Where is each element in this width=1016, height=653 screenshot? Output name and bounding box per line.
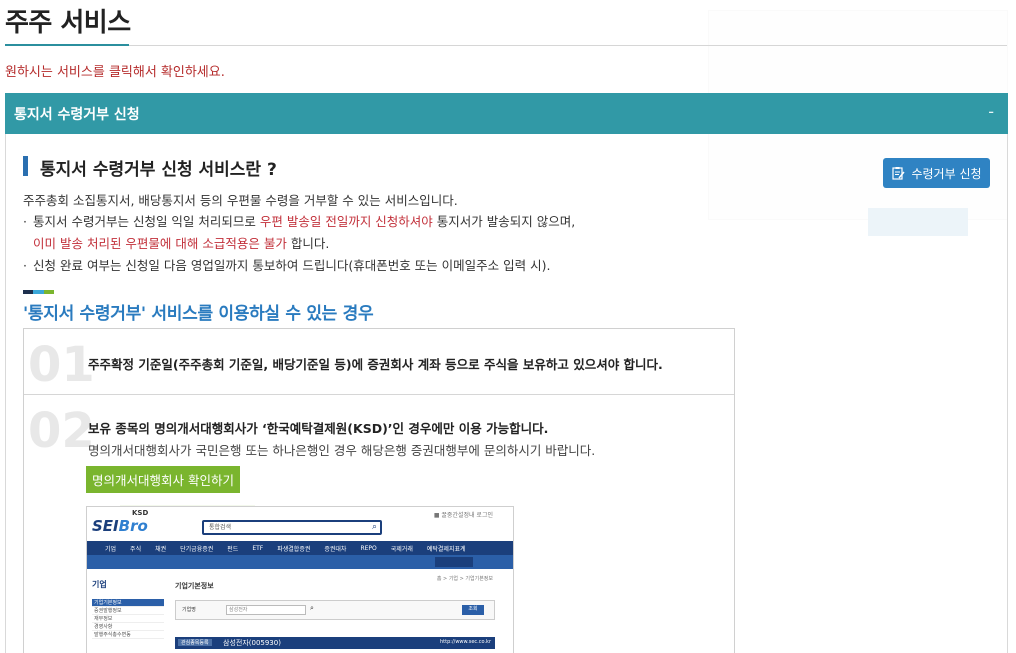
check-transfer-agent-button[interactable]: 명의개서대행회사 확인하기 — [86, 466, 240, 493]
conditions-box: 01 주주확정 기준일(주주총회 기준일, 배당기준일 등)에 증권회사 계좌 … — [23, 328, 735, 653]
ksd-logo: KSD — [132, 509, 149, 517]
seibro-nav: 기업 주식 채권 단기금융증권 펀드 ETF 파생결합증권 증권대차 REPO 국제거래 예탁결제지… — [87, 541, 513, 555]
title-rule — [129, 45, 1007, 46]
seibro-subnav — [87, 555, 513, 569]
accordion-title: 통지서 수령거부 신청 — [14, 106, 140, 123]
seibro-form: 기업명 삼성전자 ⌕ 조회 — [175, 600, 495, 620]
condition-number: 02 — [28, 403, 95, 459]
seibro-screenshot: SEIBro KSD 통합검색 ⌕ ■ 꿀중간설정내 로그인 기업 주식 채권 단기금… — [86, 506, 514, 653]
bullet-item: · 신청 완료 여부는 신청일 다음 영업일까지 통보하여 드립니다(휴대폰번호 … — [23, 255, 550, 274]
condition-subtext: 명의개서대행회사가 국민은행 또는 하나은행인 경우 해당은행 증권대행부에 문… — [88, 443, 596, 458]
bullet-highlight: 이미 발송 처리된 우편물에 대해 소급적용은 불가 — [33, 236, 287, 251]
divider — [24, 394, 734, 395]
page-title: 주주 서비스 — [5, 8, 131, 38]
decorative-bar — [23, 290, 54, 294]
seibro-logo: SEIBro — [92, 517, 148, 535]
conditions-title: '통지서 수령거부' 서비스를 이용하실 수 있는 경우 — [23, 304, 374, 324]
service-description: 주주총회 소집통지서, 배당통지서 등의 우편물 수령을 거부할 수 있는 서비… — [23, 193, 458, 208]
title-underline — [5, 44, 129, 46]
section-title: 통지서 수령거부 신청 서비스란 ? — [40, 160, 277, 180]
apply-refusal-label: 수령거부 신청 — [911, 166, 982, 181]
condition-text: 보유 종목의 명의개서대행회사가 ‘한국예탁결제원(KSD)’인 경우에만 이용… — [88, 421, 549, 436]
bullet-text: 합니다. — [286, 236, 330, 251]
seibro-breadcrumb: 홈 > 기업 > 기업기본정보 — [436, 576, 493, 582]
bullet-mark: · — [23, 258, 27, 273]
form-edit-icon — [892, 167, 906, 180]
bullet-text: 통지서가 발송되지 않으며, — [432, 214, 576, 229]
bullet-mark: · — [23, 214, 27, 229]
seibro-side-menu: 기업기본정보 증권발행정보 재무정보 경영사항 발행주식총수변동 — [92, 599, 164, 639]
bullet-highlight: 우편 발송일 전일까지 신청하셔야 — [259, 214, 433, 229]
seibro-search-label: 통합검색 — [209, 524, 232, 531]
seibro-main-title: 기업기본정보 — [175, 582, 214, 590]
search-icon: ⌕ — [371, 522, 377, 532]
instruction-text: 원하시는 서비스를 클릭해서 확인하세요. — [5, 65, 225, 80]
bullet-continuation: 이미 발송 처리된 우편물에 대해 소급적용은 불가 합니다. — [33, 233, 329, 252]
seibro-top-bar: SEIBro KSD 통합검색 ⌕ ■ 꿀중간설정내 로그인 — [87, 507, 513, 541]
apply-refusal-button[interactable]: 수령거부 신청 — [883, 158, 990, 188]
bullet-item: · 통지서 수령거부는 신청일 익일 처리되므로 우편 발송일 전일까지 신청하셔… — [23, 211, 575, 230]
bullet-text: 통지서 수령거부는 신청일 익일 처리되므로 — [33, 214, 260, 229]
seibro-search: 통합검색 ⌕ — [202, 520, 382, 535]
condition-number: 01 — [28, 337, 95, 393]
accordion-header[interactable]: 통지서 수령거부 신청 - — [5, 93, 1008, 134]
seibro-util-links: ■ 꿀중간설정내 로그인 — [433, 512, 493, 519]
seibro-result-bar: 관심종목등록 삼성전자(005930) http://www.sec.co.kr — [175, 637, 495, 649]
bullet-text: 신청 완료 여부는 신청일 다음 영업일까지 통보하여 드립니다(휴대폰번호 또… — [33, 258, 551, 273]
condition-text: 주주확정 기준일(주주총회 기준일, 배당기준일 등)에 증권회사 계좌 등으로… — [88, 357, 663, 372]
collapse-icon[interactable]: - — [988, 102, 994, 121]
section-marker — [23, 156, 28, 176]
seibro-side-title: 기업 — [92, 580, 107, 589]
